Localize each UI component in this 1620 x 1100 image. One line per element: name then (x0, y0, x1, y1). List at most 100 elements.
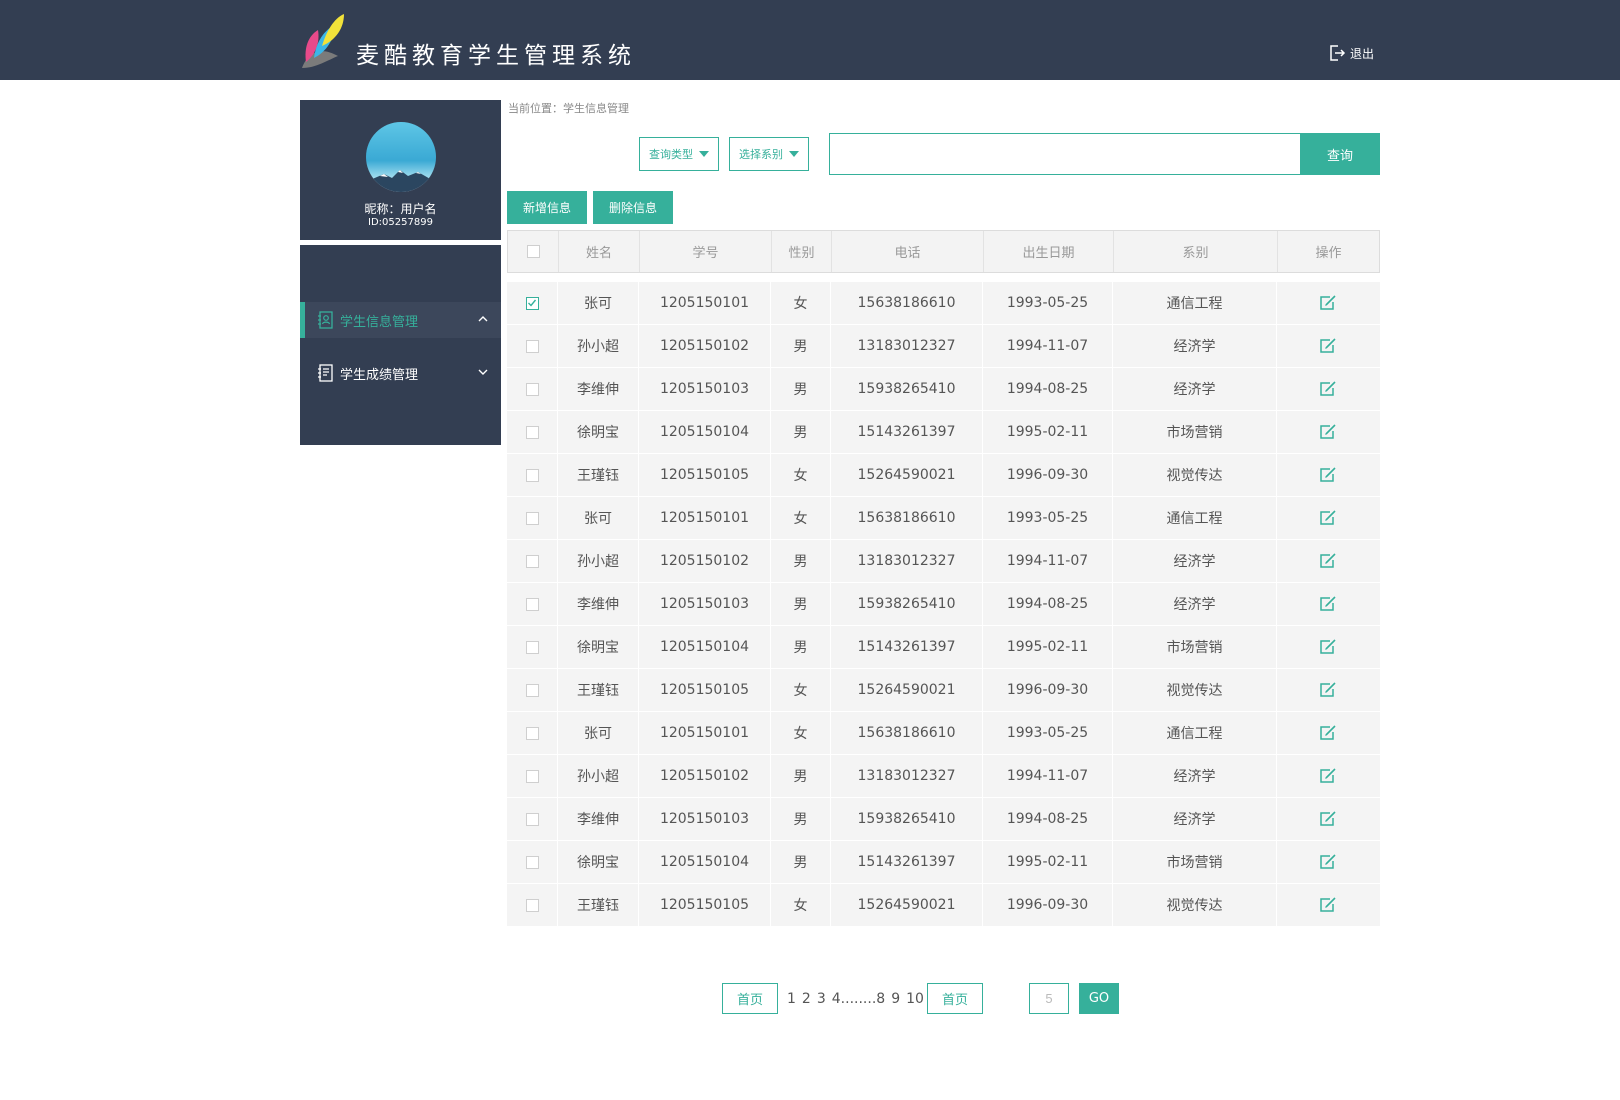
cell-name: 王瑾钰 (558, 884, 639, 926)
sidebar-item-student-info[interactable]: 学生信息管理 (300, 302, 501, 338)
cell-gender: 男 (771, 841, 831, 883)
page-jump-input[interactable] (1029, 983, 1069, 1014)
cell-name: 李维伸 (558, 583, 639, 625)
user-id: ID:05257899 (368, 217, 433, 228)
search-input[interactable] (829, 133, 1300, 175)
page-link[interactable]: 2 (802, 991, 811, 1007)
cell-phone: 15264590021 (831, 454, 983, 496)
cell-phone: 15143261397 (831, 626, 983, 668)
chevron-up-icon (478, 316, 488, 322)
page-link[interactable]: 3 (817, 991, 826, 1007)
row-checkbox[interactable] (525, 468, 539, 482)
cell-birth-date: 1996-09-30 (983, 454, 1113, 496)
cell-department: 通信工程 (1113, 282, 1277, 324)
cell-name: 张可 (558, 282, 639, 324)
search-button[interactable]: 查询 (1300, 133, 1380, 175)
table-row: 李维伸 1205150103 男 15938265410 1994-08-25 经济学 (507, 798, 1380, 841)
cell-birth-date: 1993-05-25 (983, 712, 1113, 754)
cell-birth-date: 1995-02-11 (983, 841, 1113, 883)
edit-icon[interactable] (1319, 338, 1337, 354)
row-checkbox[interactable] (525, 425, 539, 439)
cell-name: 张可 (558, 712, 639, 754)
edit-icon[interactable] (1319, 682, 1337, 698)
last-page-button[interactable]: 首页 (927, 983, 983, 1014)
row-checkbox[interactable] (525, 597, 539, 611)
row-checkbox[interactable] (525, 726, 539, 740)
select-all-checkbox[interactable] (526, 245, 540, 258)
department-dropdown[interactable]: 选择系别 (729, 137, 809, 171)
cell-phone: 15264590021 (831, 669, 983, 711)
edit-icon[interactable] (1319, 897, 1337, 913)
row-checkbox[interactable] (525, 812, 539, 826)
avatar (366, 122, 436, 192)
cell-gender: 男 (771, 583, 831, 625)
page-link[interactable]: 4........8 (832, 991, 885, 1007)
caret-down-icon (699, 151, 709, 157)
row-checkbox[interactable] (525, 296, 539, 310)
edit-icon[interactable] (1319, 596, 1337, 612)
cell-gender: 男 (771, 755, 831, 797)
table-row: 孙小超 1205150102 男 13183012327 1994-11-07 经济学 (507, 325, 1380, 368)
delete-info-button[interactable]: 删除信息 (593, 191, 673, 224)
edit-icon[interactable] (1319, 811, 1337, 827)
nickname: 昵称：用户名 (364, 202, 437, 216)
row-checkbox[interactable] (525, 855, 539, 869)
logout-label: 退出 (1350, 46, 1375, 61)
page-link[interactable]: 10 (906, 991, 924, 1007)
sidebar-item-label: 学生信息管理 (340, 314, 419, 330)
cell-gender: 男 (771, 325, 831, 367)
query-type-label: 查询类型 (649, 148, 693, 161)
cell-student-id: 1205150103 (639, 368, 771, 410)
cell-department: 通信工程 (1113, 497, 1277, 539)
row-checkbox[interactable] (525, 554, 539, 568)
cell-gender: 女 (771, 669, 831, 711)
cell-birth-date: 1994-11-07 (983, 325, 1113, 367)
cell-phone: 13183012327 (831, 325, 983, 367)
page-link[interactable]: 9 (891, 991, 900, 1007)
edit-icon[interactable] (1319, 639, 1337, 655)
cell-student-id: 1205150103 (639, 798, 771, 840)
row-checkbox[interactable] (525, 382, 539, 396)
add-info-button[interactable]: 新增信息 (507, 191, 587, 224)
cell-department: 经济学 (1113, 368, 1277, 410)
go-button[interactable]: GO (1079, 983, 1119, 1014)
row-checkbox[interactable] (525, 511, 539, 525)
sidebar-item-student-scores[interactable]: 学生成绩管理 (300, 355, 501, 391)
column-header-actions: 操作 (1315, 246, 1342, 261)
first-page-button[interactable]: 首页 (722, 983, 778, 1014)
cell-birth-date: 1994-08-25 (983, 798, 1113, 840)
row-checkbox[interactable] (525, 339, 539, 353)
edit-icon[interactable] (1319, 381, 1337, 397)
cell-student-id: 1205150104 (639, 841, 771, 883)
page-link[interactable]: 1 (787, 991, 796, 1007)
cell-student-id: 1205150103 (639, 583, 771, 625)
cell-phone: 15264590021 (831, 884, 983, 926)
logout-button[interactable]: 退出 (1328, 44, 1374, 62)
row-checkbox[interactable] (525, 640, 539, 654)
table-row: 徐明宝 1205150104 男 15143261397 1995-02-11 市场营销 (507, 411, 1380, 454)
edit-icon[interactable] (1319, 467, 1337, 483)
cell-student-id: 1205150102 (639, 325, 771, 367)
row-checkbox[interactable] (525, 769, 539, 783)
cell-phone: 15638186610 (831, 712, 983, 754)
table-row: 孙小超 1205150102 男 13183012327 1994-11-07 经济学 (507, 540, 1380, 583)
edit-icon[interactable] (1319, 854, 1337, 870)
edit-icon[interactable] (1319, 424, 1337, 440)
row-checkbox[interactable] (525, 898, 539, 912)
edit-icon[interactable] (1319, 768, 1337, 784)
cell-gender: 女 (771, 497, 831, 539)
table-body: 张可 1205150101 女 15638186610 1993-05-25 通信工程 孙小… (507, 282, 1380, 927)
cell-phone: 15638186610 (831, 497, 983, 539)
app-title: 麦酷教育学生管理系统 (356, 43, 636, 69)
row-checkbox[interactable] (525, 683, 539, 697)
edit-icon[interactable] (1319, 553, 1337, 569)
edit-icon[interactable] (1319, 725, 1337, 741)
cell-gender: 男 (771, 411, 831, 453)
table-row: 王瑾钰 1205150105 女 15264590021 1996-09-30 视觉传达 (507, 669, 1380, 712)
cell-student-id: 1205150105 (639, 884, 771, 926)
edit-icon[interactable] (1319, 510, 1337, 526)
cell-name: 徐明宝 (558, 626, 639, 668)
query-type-dropdown[interactable]: 查询类型 (639, 137, 719, 171)
cell-gender: 女 (771, 454, 831, 496)
edit-icon[interactable] (1319, 295, 1337, 311)
